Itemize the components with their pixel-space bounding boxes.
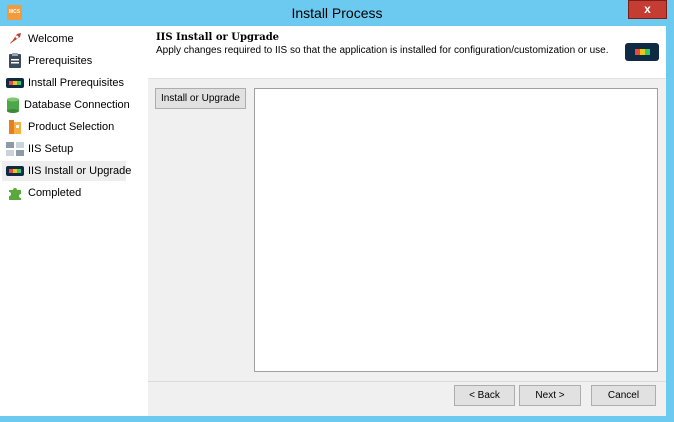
product-box-icon — [6, 119, 24, 135]
puzzle-icon — [6, 185, 24, 201]
sidebar-item-welcome: Welcome — [2, 29, 126, 49]
sidebar-item-label: Product Selection — [28, 121, 115, 133]
sidebar-item-install-prerequisites: Install Prerequisites — [2, 73, 126, 93]
cancel-button[interactable]: Cancel — [591, 385, 656, 406]
colored-dots-icon — [6, 163, 24, 179]
sidebar-item-label: Database Connection — [24, 99, 130, 111]
sidebar-item-prerequisites: Prerequisites — [2, 51, 126, 71]
next-button[interactable]: Next > — [519, 385, 581, 406]
sidebar-item-label: Completed — [28, 187, 82, 199]
sidebar-item-iis-setup: IIS Setup — [2, 139, 126, 159]
back-button[interactable]: < Back — [454, 385, 515, 406]
window-title: Install Process — [291, 5, 383, 21]
colored-dots-icon — [625, 43, 659, 61]
install-window: MCS Install Process x Welcome Prerequisi… — [0, 0, 674, 422]
sidebar-item-completed: Completed — [2, 183, 126, 203]
output-log[interactable] — [254, 88, 658, 372]
sidebar-item-label: Welcome — [28, 33, 74, 45]
title-bar[interactable]: MCS Install Process x — [0, 0, 674, 26]
step-header: IIS Install or Upgrade Apply changes req… — [148, 26, 666, 78]
install-or-upgrade-button[interactable]: Install or Upgrade — [155, 88, 246, 109]
sidebar-item-label: IIS Install or Upgrade — [28, 165, 132, 177]
footer-divider — [148, 381, 666, 382]
colored-dots-icon — [6, 75, 24, 91]
client-area: Welcome Prerequisites Install Prerequisi… — [0, 26, 666, 416]
windows-grid-icon — [6, 141, 24, 157]
rocket-icon — [6, 31, 24, 47]
main-panel: IIS Install or Upgrade Apply changes req… — [148, 26, 666, 416]
step-body: Install or Upgrade < Back Next > Cancel — [148, 78, 666, 416]
page-title: IIS Install or Upgrade — [156, 32, 280, 43]
sidebar-item-label: Prerequisites — [28, 55, 93, 67]
sidebar-item-label: Install Prerequisites — [28, 77, 124, 89]
sidebar-item-database-connection: Database Connection — [2, 95, 130, 115]
sidebar-item-product-selection: Product Selection — [2, 117, 126, 137]
steps-sidebar: Welcome Prerequisites Install Prerequisi… — [0, 26, 148, 416]
close-button[interactable]: x — [628, 0, 667, 19]
database-icon — [6, 97, 20, 113]
clipboard-icon — [6, 53, 24, 69]
sidebar-item-label: IIS Setup — [28, 143, 74, 155]
sidebar-item-iis-install-or-upgrade: IIS Install or Upgrade — [2, 161, 131, 181]
page-subtitle: Apply changes required to IIS so that th… — [156, 45, 609, 56]
